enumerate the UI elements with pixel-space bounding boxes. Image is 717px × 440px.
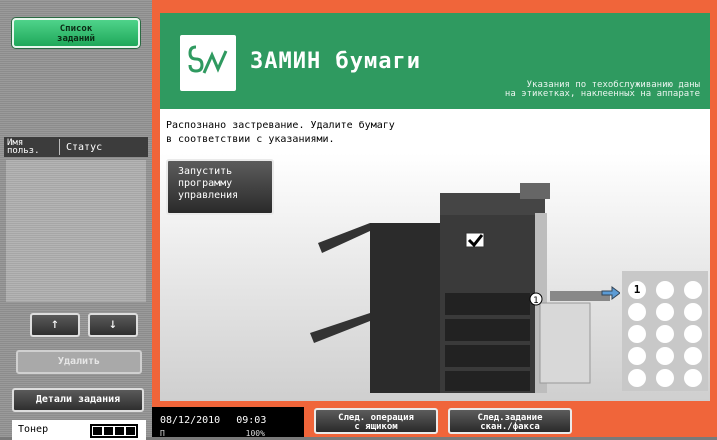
jam-location bbox=[656, 303, 674, 321]
main-panel: ЗАМИН бумаги Указания по техобслуживанию… bbox=[152, 0, 717, 437]
date-text: 08/12/2010 bbox=[160, 415, 221, 426]
jam-location-grid: 1 bbox=[622, 271, 708, 391]
toner-level-icon bbox=[90, 424, 138, 438]
delete-button[interactable]: Удалить bbox=[16, 350, 142, 374]
jam-location bbox=[656, 325, 674, 343]
status-column-header: Статус bbox=[66, 141, 103, 153]
scroll-up-button[interactable]: ↑ bbox=[30, 313, 80, 337]
machine-illustration: Запустить программу управления 1 1 bbox=[160, 153, 710, 401]
jam-location bbox=[684, 347, 702, 365]
svg-text:1: 1 bbox=[533, 296, 539, 306]
time-text: 09:03 bbox=[236, 415, 267, 426]
printer-diagram: 1 bbox=[310, 183, 620, 393]
job-list-header: Имя польз. Статус bbox=[4, 137, 148, 157]
jam-location bbox=[656, 369, 674, 387]
page-title: ЗАМИН бумаги bbox=[250, 49, 421, 74]
jam-location bbox=[684, 325, 702, 343]
left-panel: Список заданий Имя польз. Статус ↑ ↓ Уда… bbox=[0, 0, 152, 440]
status-bar: 08/12/2010 09:03 П 100% След. операция с… bbox=[152, 401, 717, 438]
scroll-down-button[interactable]: ↓ bbox=[88, 313, 138, 337]
jam-location bbox=[684, 303, 702, 321]
job-list[interactable] bbox=[6, 160, 146, 302]
job-list-button[interactable]: Список заданий bbox=[12, 18, 140, 48]
jam-location bbox=[628, 347, 646, 365]
next-scan-job-label: След.задание скан./факса bbox=[477, 413, 543, 432]
jam-location bbox=[684, 369, 702, 387]
jam-location bbox=[628, 303, 646, 321]
jam-location bbox=[684, 281, 702, 299]
header: ЗАМИН бумаги Указания по техобслуживанию… bbox=[160, 13, 710, 109]
launch-guidance-button[interactable]: Запустить программу управления bbox=[166, 159, 274, 215]
jam-location-1: 1 bbox=[628, 281, 646, 299]
toner-label: Тонер bbox=[18, 424, 49, 435]
next-scan-job-button[interactable]: След.задание скан./факса bbox=[448, 408, 572, 434]
toner-indicator: Тонер bbox=[12, 420, 146, 440]
arrow-up-icon: ↑ bbox=[50, 316, 60, 332]
content-area: Распознано застревание. Удалите бумагу в… bbox=[160, 109, 710, 401]
jam-location bbox=[656, 281, 674, 299]
user-column-header: Имя польз. bbox=[4, 139, 60, 156]
next-tray-operation-label: След. операция с ящиком bbox=[338, 413, 414, 432]
jam-location bbox=[628, 369, 646, 387]
arrow-down-icon: ↓ bbox=[108, 316, 118, 332]
jam-location bbox=[628, 325, 646, 343]
jam-message: Распознано застревание. Удалите бумагу в… bbox=[166, 120, 395, 145]
paper-jam-icon bbox=[180, 35, 236, 91]
maintenance-note: Указания по техобслуживанию даны на этик… bbox=[504, 80, 700, 99]
next-tray-operation-button[interactable]: След. операция с ящиком bbox=[314, 408, 438, 434]
job-details-button[interactable]: Детали задания bbox=[12, 388, 144, 412]
jam-location bbox=[656, 347, 674, 365]
datetime-display: 08/12/2010 09:03 П 100% bbox=[152, 407, 304, 438]
